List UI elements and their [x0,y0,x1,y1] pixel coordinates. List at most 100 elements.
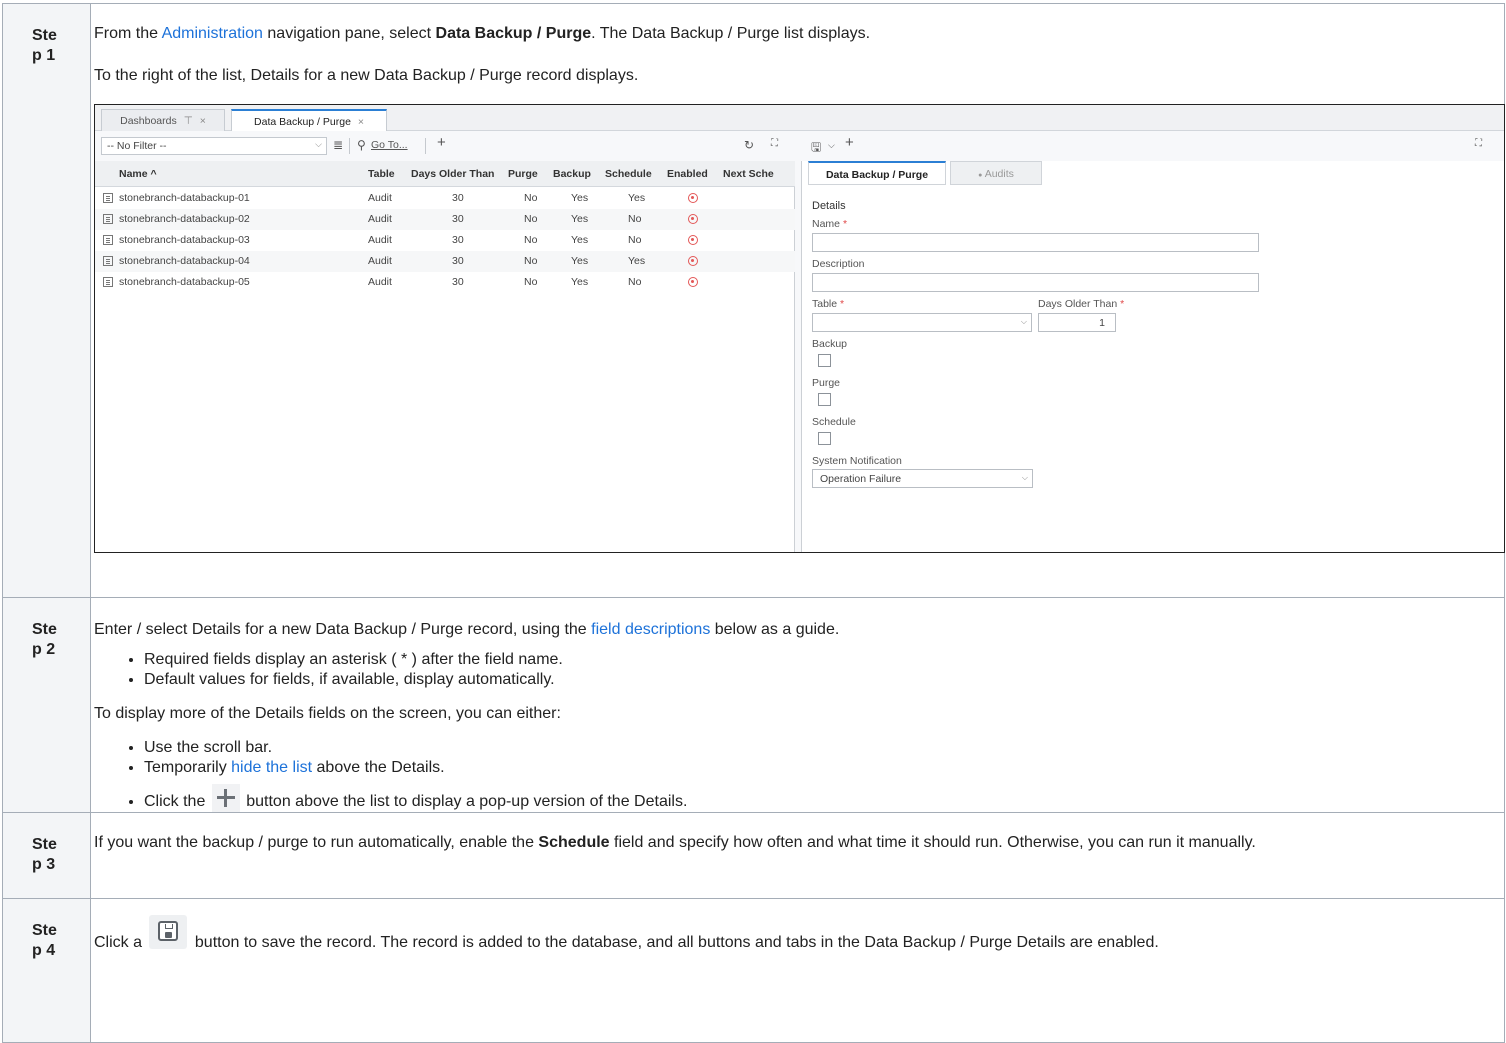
details-heading: Details [812,200,846,212]
chevron-down-icon: ⌵ [1021,473,1028,482]
list-item: Temporarily hide the list above the Deta… [144,758,1504,778]
purge-label: Purge [812,377,841,389]
list-item: Default values for fields, if available,… [144,670,1504,690]
backup-checkbox[interactable] [818,354,831,367]
expand-icon[interactable]: ⛶ [771,138,778,149]
bullet-list: Required fields display an asterisk ( * … [94,650,1504,690]
close-icon[interactable]: × [200,115,206,127]
tab-data-backup-purge[interactable]: Data Backup / Purge × [231,109,387,132]
list-toolbar: -- No Filter -- ⌵ ≣ ⚲ Go To... + ↻ ⛶ 🖫 ⌵ … [95,131,1504,161]
cell-purge: No [524,213,538,225]
field-descriptions-link[interactable]: field descriptions [591,621,710,638]
table-row[interactable]: stonebranch-databackup-05 Audit 30 No Yes No [95,272,795,293]
column-header-name[interactable]: Name ^ [119,168,157,180]
list-item: Click the button above the list to displ… [144,784,1504,812]
disabled-status-icon [688,277,698,287]
step-label: Step 2 [2,597,91,813]
cell-backup: Yes [571,255,589,267]
tab-bar: Dashboards ⊤ × Data Backup / Purge × [95,105,1504,132]
hide-the-list-link[interactable]: hide the list [231,759,312,776]
cell-name: stonebranch-databackup-03 [119,234,250,246]
save-icon [149,915,188,949]
close-icon[interactable]: × [358,116,364,128]
step-content: Click a button to save the record. The r… [90,898,1505,1043]
record-icon [103,193,113,203]
add-icon[interactable]: + [437,134,446,151]
table-select[interactable]: ⌵ [812,313,1032,332]
step-content: If you want the backup / purge to run au… [90,812,1505,899]
column-header-purge[interactable]: Purge [508,168,538,180]
name-input[interactable] [812,233,1259,252]
disabled-status-icon [688,235,698,245]
purge-checkbox[interactable] [818,393,831,406]
description-label: Description [812,258,865,270]
cell-table: Audit [368,255,392,267]
add-icon[interactable]: + [845,134,854,151]
list-header: Name ^ Table Days Older Than Purge Backu… [95,161,795,187]
step-content: From the Administration navigation pane,… [90,3,1505,598]
column-header-schedule[interactable]: Schedule [605,168,652,180]
divider [425,138,426,154]
list-item: Required fields display an asterisk ( * … [144,650,1504,670]
cell-schedule: No [628,234,642,246]
refresh-icon[interactable]: ↻ [744,138,754,152]
administration-link[interactable]: Administration [162,25,263,42]
cell-backup: Yes [571,192,589,204]
schedule-checkbox[interactable] [818,432,831,445]
table-row[interactable]: stonebranch-databackup-01 Audit 30 No Yes Yes [95,188,795,209]
cell-schedule: No [628,276,642,288]
goto-button[interactable]: Go To... [371,139,408,151]
details-pane: Data Backup / Purge ● Audits Details Nam… [801,161,1504,552]
days-older-than-label: Days Older Than * [1038,298,1125,310]
table-row[interactable]: stonebranch-databackup-03 Audit 30 No Yes No [95,230,795,251]
cell-table: Audit [368,234,392,246]
system-notification-select[interactable]: Operation Failure ⌵ [812,469,1033,488]
search-icon[interactable]: ⚲ [357,138,366,152]
table-row[interactable]: stonebranch-databackup-02 Audit 30 No Yes No [95,209,795,230]
data-backup-purge-screenshot: Dashboards ⊤ × Data Backup / Purge × -- … [94,104,1505,553]
audits-dot-icon: ● [978,172,983,179]
tab-audits[interactable]: ● Audits [950,161,1042,185]
column-header-enabled[interactable]: Enabled [667,168,708,180]
name-label: Name * [812,218,848,230]
cell-purge: No [524,234,538,246]
step2-paragraph-1: Enter / select Details for a new Data Ba… [94,621,840,638]
step4-paragraph: Click a button to save the record. The r… [94,915,1504,953]
chevron-down-icon: ⌵ [315,139,322,149]
description-input[interactable] [812,273,1259,292]
cell-name: stonebranch-databackup-04 [119,255,250,267]
tab-details[interactable]: Data Backup / Purge [808,161,946,185]
filter-select[interactable]: -- No Filter -- ⌵ [101,137,327,155]
record-icon [103,277,113,287]
cell-purge: No [524,255,538,267]
step-label: Step 4 [2,898,91,1043]
list-item: Use the scroll bar. [144,738,1504,758]
cell-purge: No [524,276,538,288]
add-icon [211,784,240,812]
record-icon [103,214,113,224]
disabled-status-icon [688,193,698,203]
cell-table: Audit [368,213,392,225]
table-row[interactable]: stonebranch-databackup-04 Audit 30 No Yes Yes [95,251,795,272]
expand-icon[interactable]: ⛶ [1475,138,1482,149]
cell-backup: Yes [571,213,589,225]
pin-icon[interactable]: ⊤ [184,115,193,127]
chevron-down-icon[interactable]: ⌵ [828,140,835,151]
filter-options-icon[interactable]: ≣ [333,138,343,152]
cell-name: stonebranch-databackup-05 [119,276,250,288]
column-header-days[interactable]: Days Older Than [411,168,494,180]
step-row-1: Step 1 From the Administration navigatio… [2,3,1505,598]
step1-paragraph-1: From the Administration navigation pane,… [94,25,871,42]
cell-schedule: Yes [628,255,646,267]
save-icon[interactable]: 🖫 [811,138,821,159]
system-notification-label: System Notification [812,455,902,467]
tab-dashboards[interactable]: Dashboards ⊤ × [101,109,225,132]
cell-backup: Yes [571,276,589,288]
record-icon [103,235,113,245]
days-older-than-input[interactable]: 1 [1038,313,1116,332]
column-header-next-schedule[interactable]: Next Sche [723,168,774,180]
table-label: Table * [812,298,845,310]
column-header-backup[interactable]: Backup [553,168,591,180]
column-header-table[interactable]: Table [368,168,395,180]
record-list: Name ^ Table Days Older Than Purge Backu… [95,161,795,552]
